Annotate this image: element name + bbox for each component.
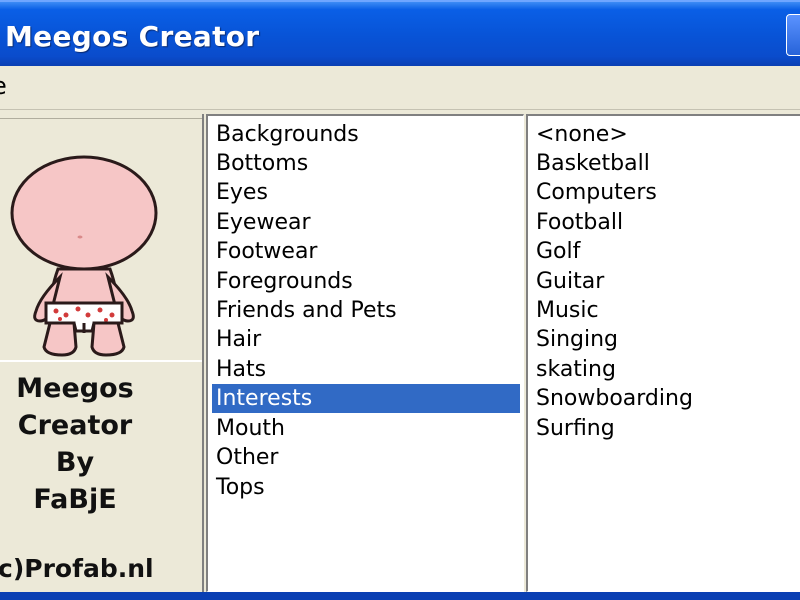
meego-character-image [10,155,158,357]
menu-bar: e [0,66,800,110]
close-button[interactable] [786,14,800,56]
copyright-text: c)Profab.nl [0,554,154,583]
category-list[interactable]: Backgrounds Bottoms Eyes Eyewear Footwea… [206,114,524,592]
category-item-mouth[interactable]: Mouth [212,414,520,443]
credit-line: Meegos [16,373,134,404]
interest-item-surfing[interactable]: Surfing [532,414,800,443]
interest-item-snowboarding[interactable]: Snowboarding [532,384,800,413]
category-item-foregrounds[interactable]: Foregrounds [212,267,520,296]
interest-item-guitar[interactable]: Guitar [532,267,800,296]
window-bottom-border [0,592,800,600]
client-area: Meegos Creator By FaBjE c)Profab.nl Back… [0,110,800,600]
category-item-backgrounds[interactable]: Backgrounds [212,120,520,149]
meego-preview [0,118,202,362]
title-bar[interactable]: Meegos Creator [0,0,800,66]
interest-item-skating[interactable]: skating [532,355,800,384]
interest-item-basketball[interactable]: Basketball [532,149,800,178]
category-item-hair[interactable]: Hair [212,325,520,354]
category-item-other[interactable]: Other [212,443,520,472]
interests-list[interactable]: <none> Basketball Computers Football Gol… [526,114,800,592]
left-panel: Meegos Creator By FaBjE c)Profab.nl [0,114,204,592]
menu-item-file[interactable]: e [0,72,7,100]
interest-item-music[interactable]: Music [532,296,800,325]
category-item-hats[interactable]: Hats [212,355,520,384]
interest-item-singing[interactable]: Singing [532,325,800,354]
interest-item-golf[interactable]: Golf [532,237,800,266]
category-item-interests[interactable]: Interests [212,384,520,413]
category-item-eyewear[interactable]: Eyewear [212,208,520,237]
interest-item-none[interactable]: <none> [532,120,800,149]
credit-line: By [55,447,95,478]
interest-item-football[interactable]: Football [532,208,800,237]
category-item-eyes[interactable]: Eyes [212,178,520,207]
category-item-tops[interactable]: Tops [212,473,520,502]
category-item-bottoms[interactable]: Bottoms [212,149,520,178]
credit-line: Creator [17,410,133,441]
category-item-footwear[interactable]: Footwear [212,237,520,266]
window-title: Meegos Creator [5,20,260,53]
credit-text: Meegos Creator By FaBjE [0,370,150,518]
interest-item-computers[interactable]: Computers [532,178,800,207]
credit-line: FaBjE [33,484,117,515]
category-item-friends-and-pets[interactable]: Friends and Pets [212,296,520,325]
